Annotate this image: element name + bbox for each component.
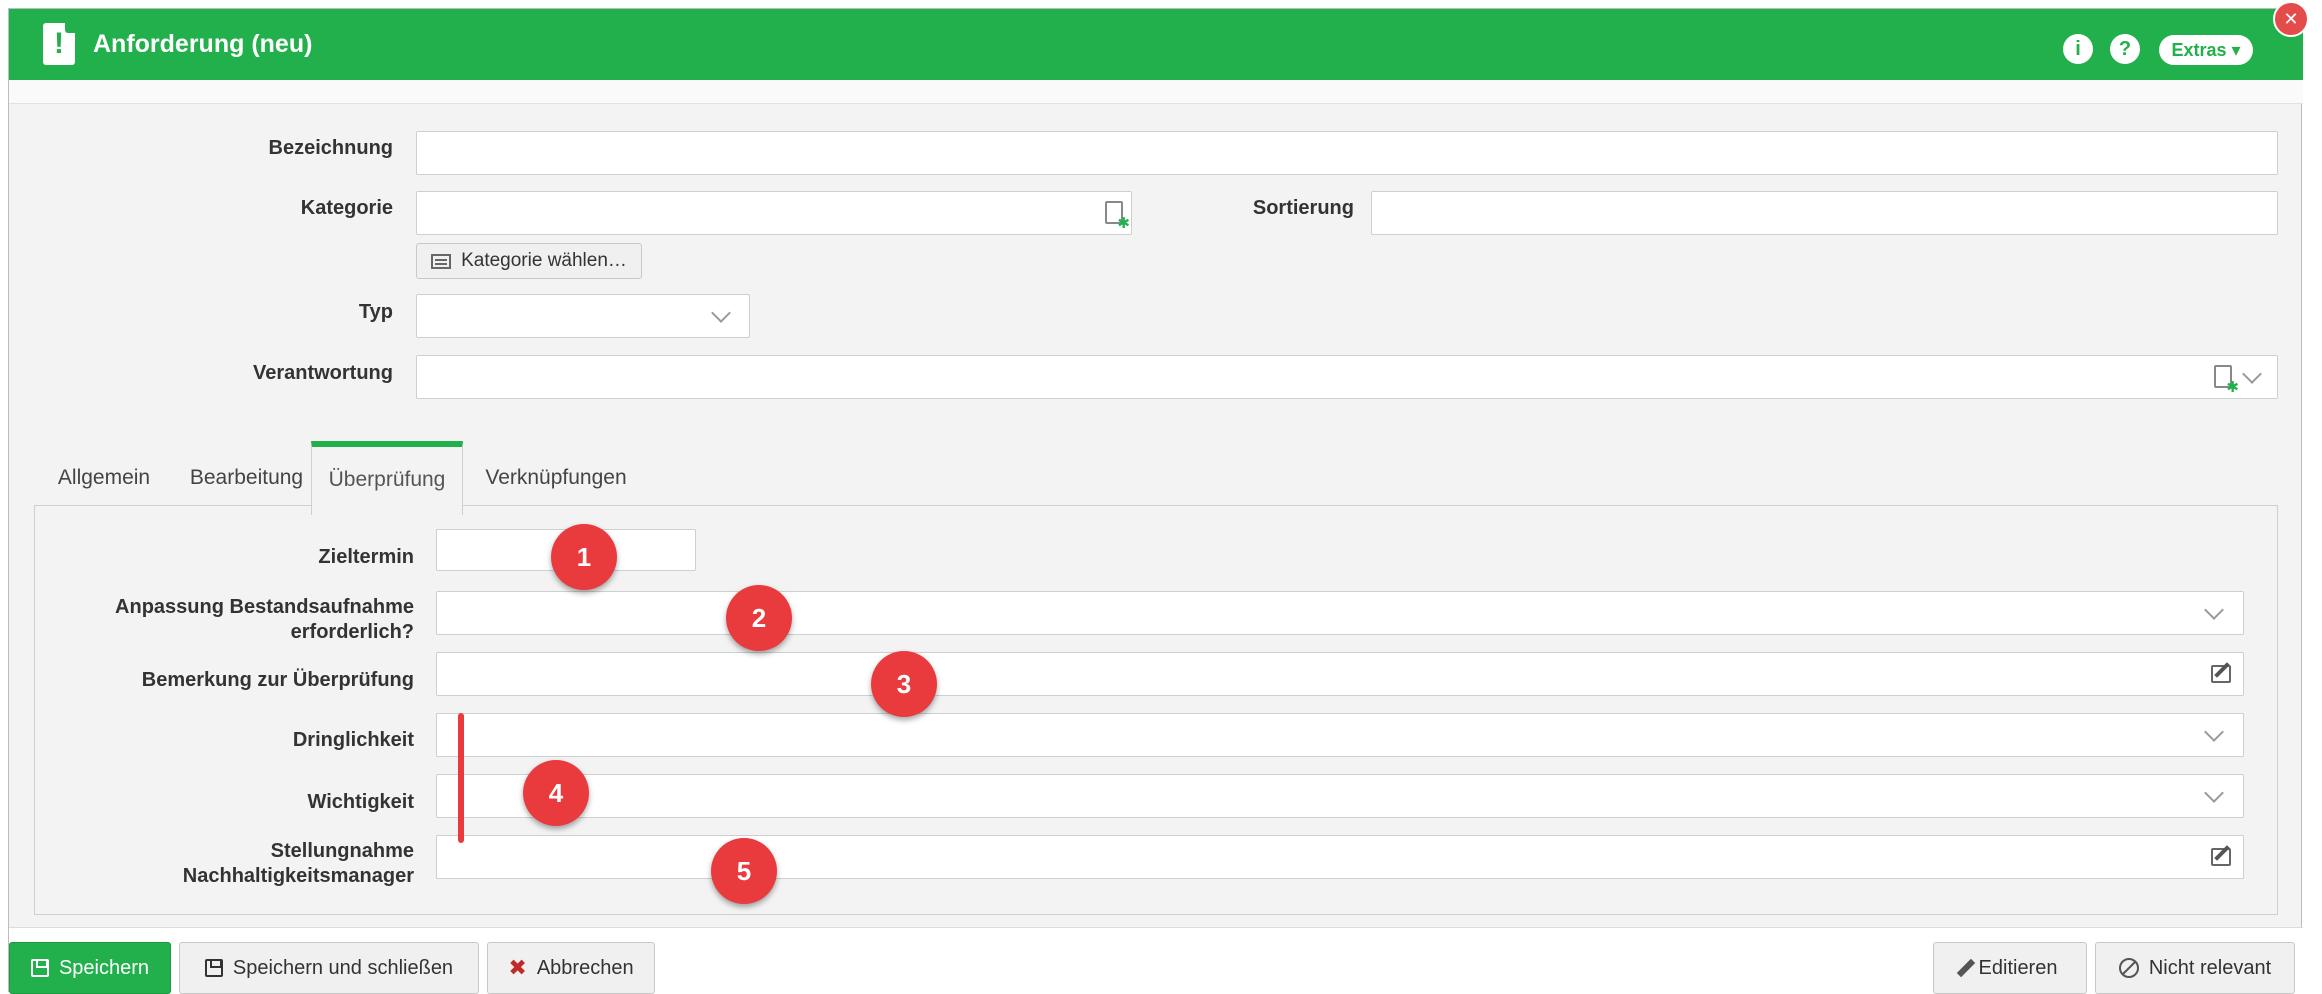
choose-category-label: Kategorie wählen… [461,250,627,271]
info-icon[interactable]: i [2063,34,2093,64]
wichtigkeit-select[interactable] [436,774,2244,818]
edit-icon[interactable] [2211,848,2231,866]
annotation-marker-2: 2 [726,585,792,651]
requirement-icon: ! [43,23,75,65]
kategorie-label: Kategorie [300,197,393,219]
title-bar: ! Anforderung (neu) i ? Extras ▾ [9,9,2303,80]
close-icon[interactable]: ✕ [2273,1,2309,37]
cancel-label: Abbrechen [536,956,634,979]
help-icon[interactable]: ? [2110,34,2140,64]
save-close-label: Speichern und schließen [232,956,454,979]
chevron-down-icon [2204,783,2224,803]
ban-icon [2118,958,2139,978]
anpassung-label-line1: Anpassung Bestandsaufnahme [115,596,414,618]
wichtigkeit-label: Wichtigkeit [307,791,415,813]
save-close-button[interactable]: Speichern und schließen [179,942,479,994]
save-label: Speichern [58,956,150,979]
tab-bearbeitung[interactable]: Bearbeitung [174,441,319,515]
tab-allgemein[interactable]: Allgemein [34,441,174,515]
kategorie-input[interactable] [416,191,1132,235]
annotation-marker-5: 5 [711,838,777,904]
list-icon [431,253,452,269]
not-relevant-label: Nicht relevant [2148,956,2272,979]
cancel-button[interactable]: ✖ Abbrechen [487,942,655,994]
annotation-bracket [458,713,464,843]
cancel-icon: ✖ [508,955,527,980]
annotation-marker-3: 3 [871,651,937,717]
stellungnahme-input[interactable] [436,835,2244,879]
dringlichkeit-label: Dringlichkeit [292,729,414,751]
sortierung-input[interactable] [1371,191,2278,235]
verantwortung-select[interactable] [416,355,2278,399]
extras-menu-button[interactable]: Extras ▾ [2159,35,2253,65]
typ-select[interactable] [416,294,750,338]
chevron-down-icon [2204,722,2224,742]
stellungnahme-label-line2: Nachhaltigkeitsmanager [182,865,414,887]
edit-label: Editieren [1978,956,2058,979]
save-icon [30,959,49,977]
chevron-down-icon [711,303,731,323]
verantwortung-label: Verantwortung [252,362,393,384]
bezeichnung-label: Bezeichnung [268,137,393,159]
tab-verknuepfungen[interactable]: Verknüpfungen [475,441,637,515]
new-document-icon[interactable] [2214,365,2239,395]
chevron-down-icon [2242,364,2262,384]
pencil-icon [1956,958,1975,978]
save-close-icon [204,959,223,977]
header-strip [9,80,2303,104]
tab-ueberpruefung[interactable]: Überprüfung [311,441,463,515]
anpassung-select[interactable] [436,591,2244,635]
edit-button[interactable]: Editieren [1933,942,2087,994]
sortierung-label: Sortierung [1252,197,1354,219]
edit-icon[interactable] [2211,665,2231,683]
typ-label: Typ [358,301,393,323]
bemerkung-label: Bemerkung zur Überprüfung [141,669,414,691]
anpassung-label-line2: erforderlich? [290,621,414,643]
annotation-marker-4: 4 [523,760,589,826]
chevron-down-icon [2204,600,2224,620]
annotation-marker-1: 1 [551,524,617,590]
bezeichnung-input[interactable] [416,131,2278,175]
bemerkung-input[interactable] [436,652,2244,696]
save-button[interactable]: Speichern [9,942,171,994]
footer-toolbar: Speichern Speichern und schließen ✖ Abbr… [9,927,2303,994]
requirement-window: ! Anforderung (neu) i ? Extras ▾ ✕ Bezei… [8,1,2309,994]
not-relevant-button[interactable]: Nicht relevant [2095,942,2295,994]
choose-category-button[interactable]: Kategorie wählen… [416,243,642,279]
dringlichkeit-select[interactable] [436,713,2244,757]
window-title: Anforderung (neu) [93,30,313,58]
zieltermin-label: Zieltermin [318,546,414,568]
stellungnahme-label-line1: Stellungnahme [270,840,414,862]
